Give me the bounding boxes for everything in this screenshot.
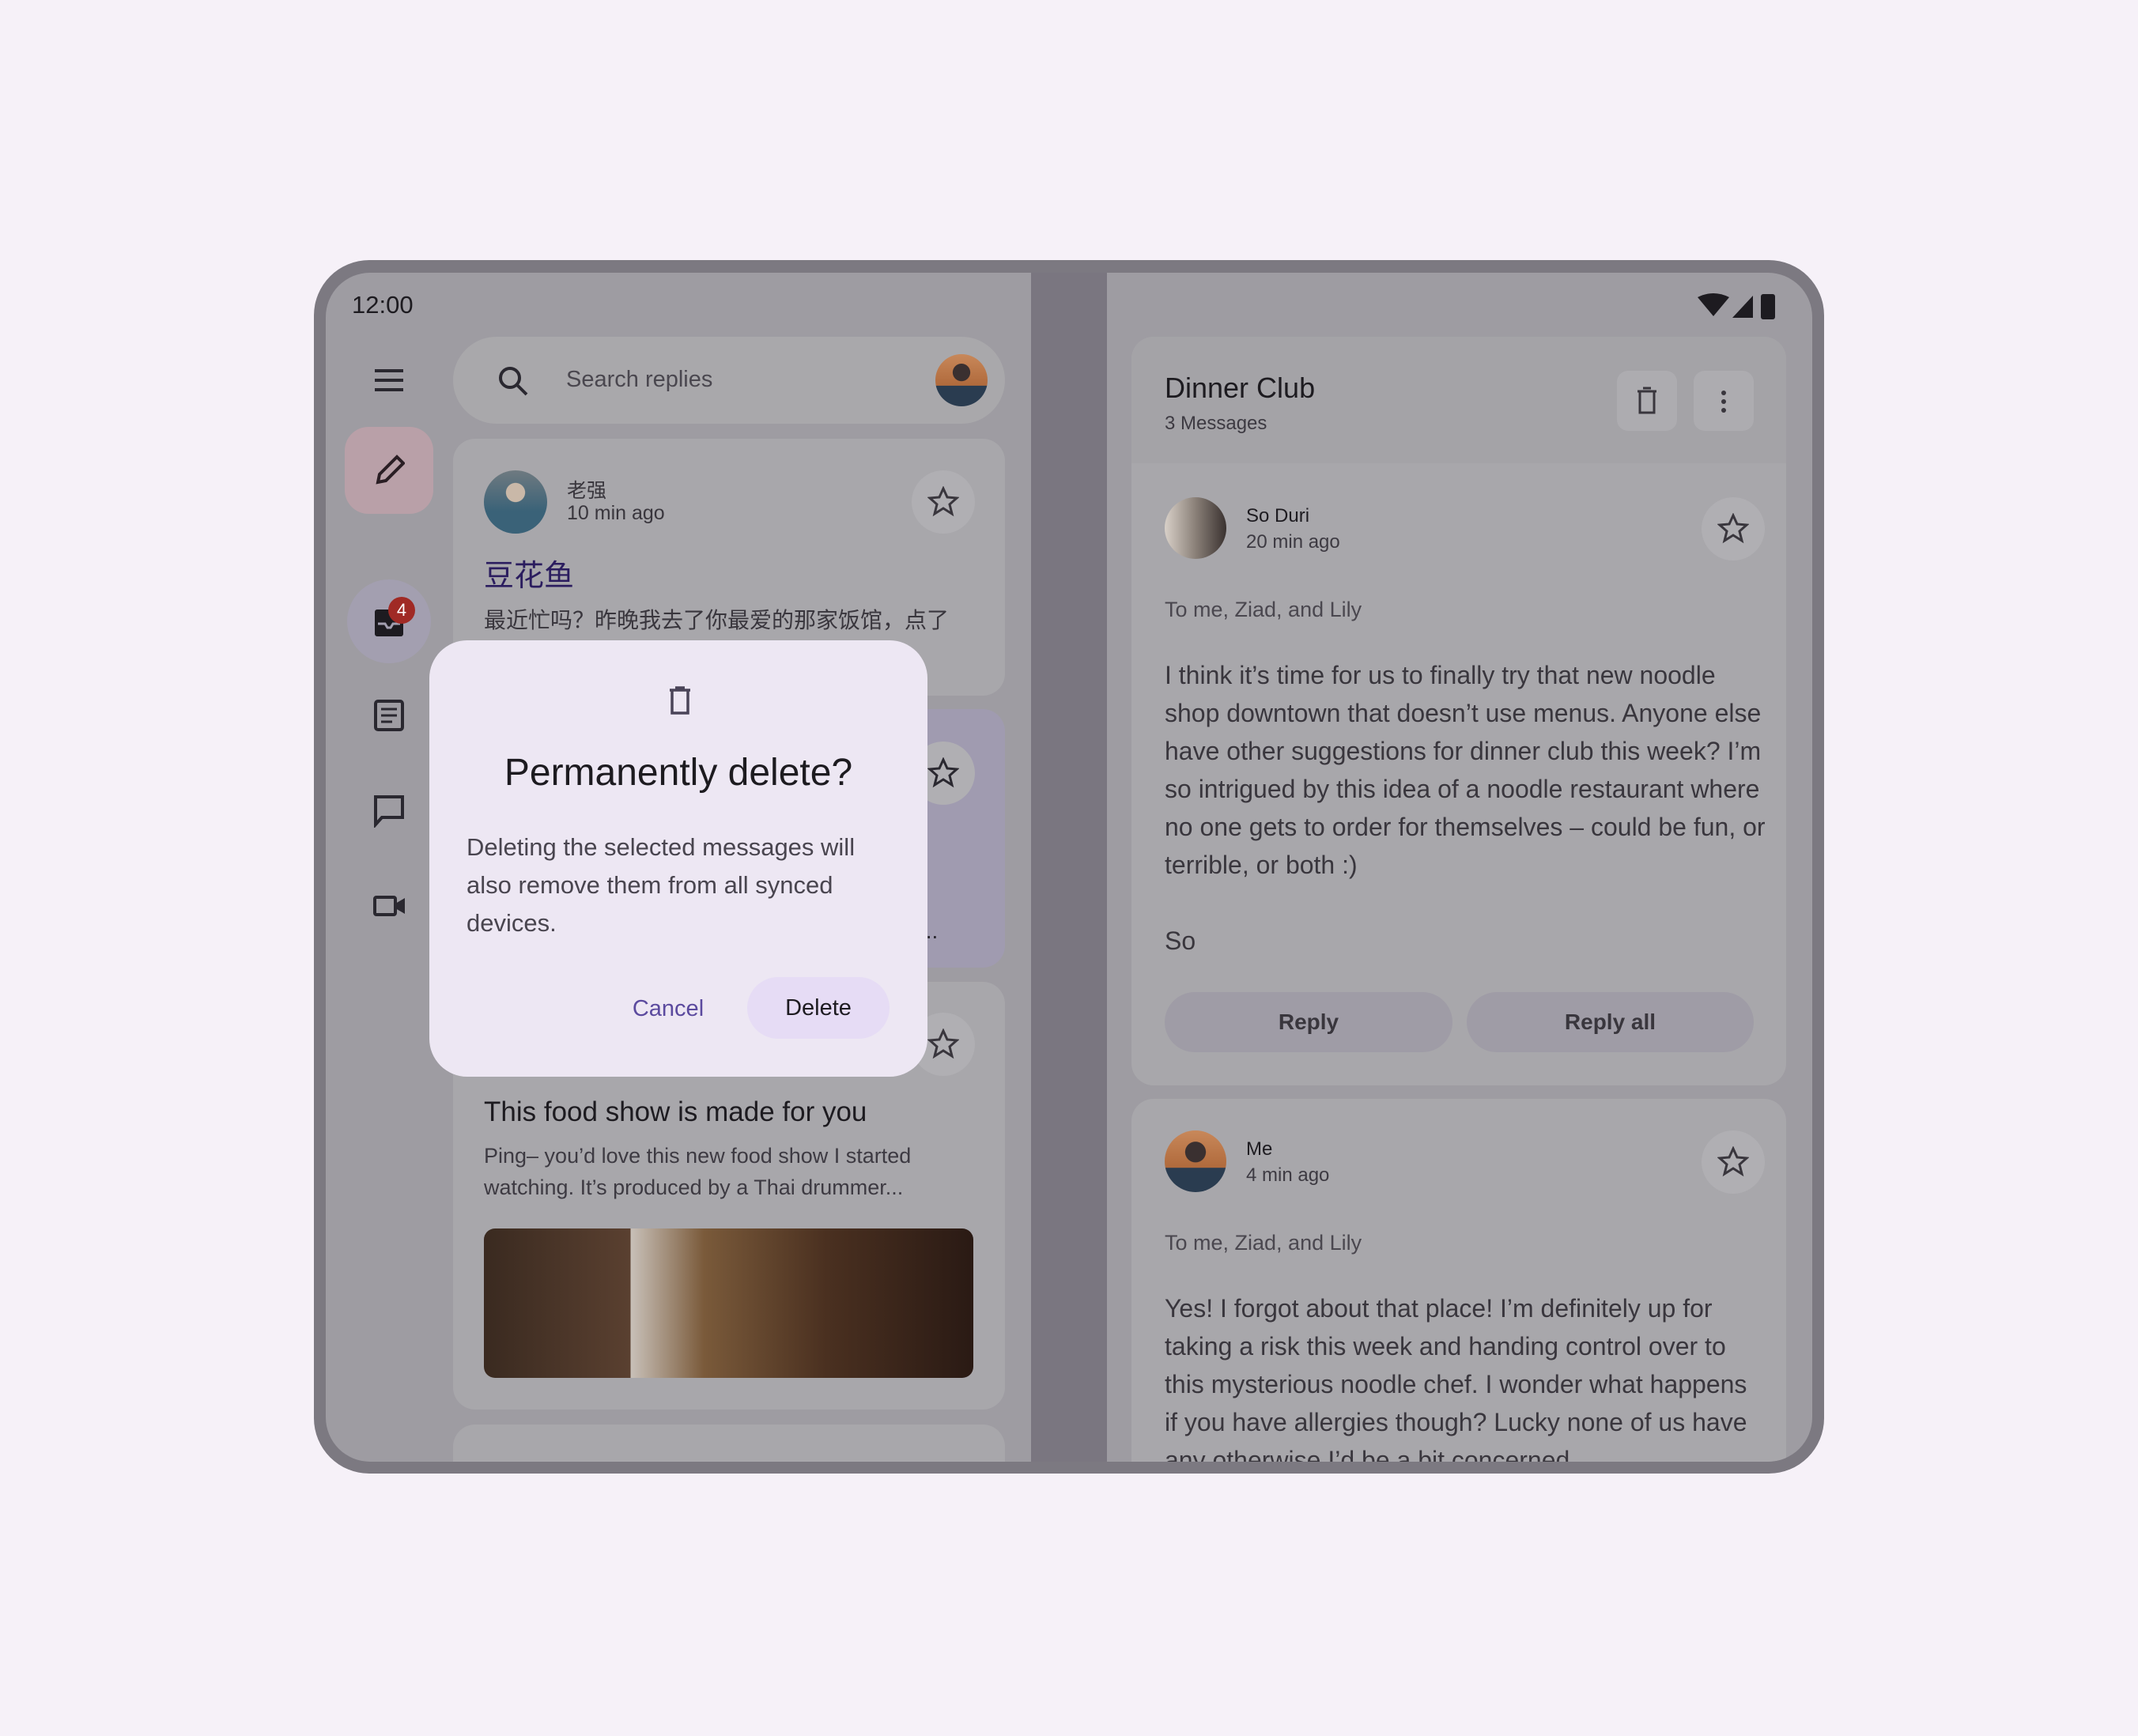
video-icon[interactable] — [373, 896, 406, 916]
trash-icon — [670, 686, 690, 715]
compose-button[interactable] — [345, 427, 433, 514]
reply-button[interactable]: Reply — [1165, 992, 1452, 1052]
message-image — [484, 1228, 973, 1378]
star-button[interactable] — [1702, 497, 1765, 560]
cancel-button[interactable]: Cancel — [611, 979, 725, 1039]
thread-title: Dinner Club — [1165, 372, 1316, 404]
chat-icon[interactable] — [373, 794, 405, 828]
message-subject: 豆花鱼 — [484, 560, 575, 593]
user-avatar[interactable] — [935, 354, 988, 406]
dialog-title: Permanently delete? — [504, 752, 853, 794]
status-time: 12:00 — [352, 291, 414, 319]
delete-dialog: Permanently delete? Deleting the selecte… — [429, 640, 927, 1077]
more-vert-icon — [1721, 391, 1726, 413]
battery-icon — [1761, 294, 1775, 319]
list-item[interactable] — [453, 1425, 1005, 1462]
compose-icon — [376, 455, 405, 485]
star-icon — [927, 757, 959, 788]
message-preview: 最近忙吗？昨晚我去了你最爱的那家饭馆，点了 — [484, 608, 950, 632]
message-body: Yes! I forgot about that place! I’m defi… — [1165, 1294, 1747, 1462]
delete-button[interactable] — [1617, 371, 1677, 431]
sender-name: 老强 — [567, 480, 607, 502]
message-time: 4 min ago — [1246, 1164, 1330, 1186]
star-button[interactable] — [1702, 1130, 1765, 1194]
message-time: 10 min ago — [567, 502, 665, 524]
reply-all-button[interactable]: Reply all — [1467, 992, 1754, 1052]
thread-card: Dinner Club 3 Messages So Duri 20 min ag… — [1131, 337, 1786, 1085]
search-input[interactable]: Search replies — [566, 367, 712, 393]
dialog-body: Deleting the selected messages will also… — [467, 833, 856, 937]
message-body: I think it’s time for us to finally try … — [1165, 661, 1766, 879]
search-icon — [499, 367, 528, 396]
star-icon — [927, 1028, 959, 1059]
inbox-badge: 4 — [388, 597, 415, 624]
articles-icon[interactable] — [374, 700, 404, 731]
delete-confirm-button[interactable]: Delete — [747, 977, 890, 1039]
star-icon — [1717, 513, 1749, 544]
sender-avatar — [484, 470, 547, 534]
thread-message-card: Me 4 min ago To me, Ziad, and Lily Yes! … — [1131, 1099, 1786, 1462]
wifi-icon — [1698, 293, 1729, 316]
sender-name: Me — [1246, 1138, 1273, 1160]
recipients: To me, Ziad, and Lily — [1165, 598, 1362, 621]
more-button[interactable] — [1694, 371, 1754, 431]
sender-avatar — [1165, 497, 1226, 559]
recipients: To me, Ziad, and Lily — [1165, 1231, 1362, 1255]
screen: 12:00 4 Search replies 老强 10 min ago 豆花鱼… — [326, 273, 1812, 1462]
star-button[interactable] — [912, 470, 975, 534]
sender-avatar — [1165, 1130, 1226, 1192]
message-subject: This food show is made for you — [484, 1096, 867, 1127]
status-icons — [1698, 293, 1775, 319]
menu-icon[interactable] — [373, 368, 405, 393]
trash-icon — [1637, 387, 1656, 414]
star-icon — [927, 486, 959, 517]
thread-count: 3 Messages — [1165, 413, 1267, 434]
search-bar[interactable]: Search replies — [453, 337, 1005, 424]
inbox-button[interactable]: 4 — [347, 579, 431, 663]
signal-icon — [1732, 296, 1753, 318]
hinge — [1031, 273, 1107, 1462]
sender-name: So Duri — [1246, 505, 1310, 526]
message-signoff: So — [1165, 926, 1196, 955]
message-time: 20 min ago — [1246, 531, 1340, 553]
message-preview: Ping– you’d love this new food show I st… — [484, 1144, 912, 1199]
star-icon — [1717, 1146, 1749, 1177]
